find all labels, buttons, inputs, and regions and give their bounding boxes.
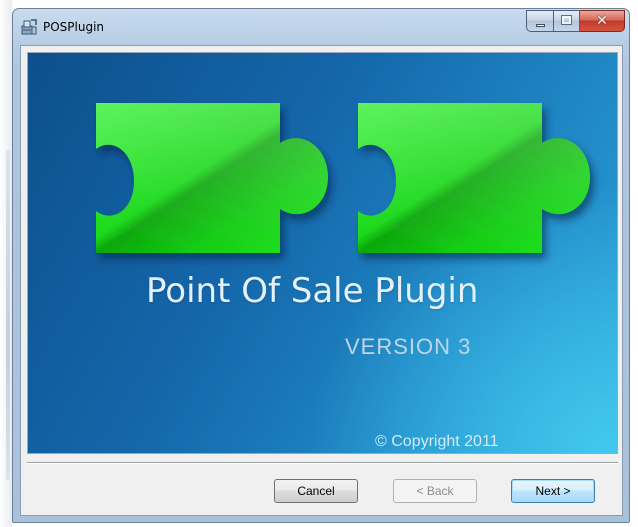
minimize-icon — [536, 24, 545, 27]
puzzle-pieces-icon — [96, 103, 590, 253]
product-title: Point Of Sale Plugin — [146, 271, 479, 311]
title-bar[interactable]: POSPlugin ✕ — [13, 9, 629, 45]
puzzle-piece-left — [96, 103, 328, 253]
window-title: POSPlugin — [43, 20, 105, 34]
back-button[interactable]: < Back — [393, 479, 477, 503]
desktop-background-strip — [0, 0, 12, 527]
desktop-background-shade — [6, 150, 10, 480]
installer-window: POSPlugin ✕ Point Of Sale Plugin VERSION… — [12, 8, 630, 523]
installer-package-icon — [20, 18, 38, 36]
close-icon: ✕ — [596, 13, 608, 29]
maximize-icon — [561, 15, 572, 25]
next-button[interactable]: Next > — [511, 479, 595, 503]
wizard-content: Point Of Sale Plugin VERSION 3 © Copyrig… — [20, 45, 623, 516]
product-version: VERSION 3 — [345, 334, 472, 359]
welcome-banner: Point Of Sale Plugin VERSION 3 © Copyrig… — [27, 52, 618, 454]
close-button[interactable]: ✕ — [580, 10, 625, 32]
cancel-button[interactable]: Cancel — [274, 479, 358, 503]
maximize-button[interactable] — [554, 10, 580, 32]
button-separator — [27, 462, 618, 464]
caption-buttons: ✕ — [526, 10, 625, 32]
puzzle-piece-right — [358, 103, 590, 253]
minimize-button[interactable] — [526, 10, 554, 32]
copyright-notice: © Copyright 2011 — [375, 433, 499, 450]
